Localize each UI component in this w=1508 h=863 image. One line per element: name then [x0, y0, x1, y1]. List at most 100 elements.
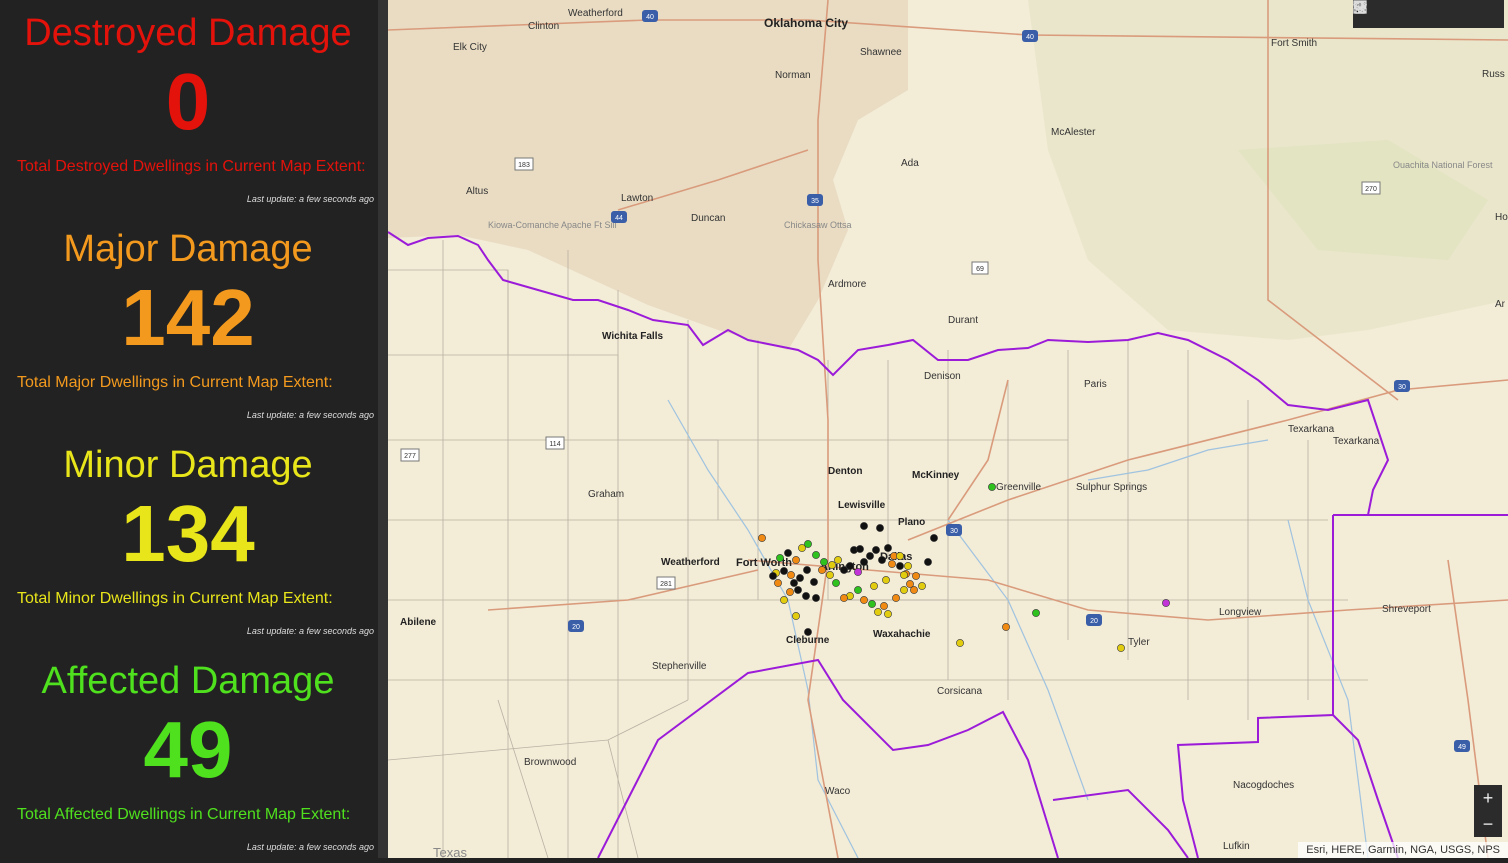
damage-point-other[interactable]: [802, 592, 810, 600]
damage-point-major[interactable]: [792, 556, 800, 564]
damage-point-major[interactable]: [860, 596, 868, 604]
damage-point-affected[interactable]: [1032, 609, 1040, 617]
damage-point-minor[interactable]: [834, 556, 842, 564]
damage-point-affected[interactable]: [832, 579, 840, 587]
damage-point-other[interactable]: [794, 586, 802, 594]
damage-point-other[interactable]: [866, 552, 874, 560]
map-label: Chickasaw Ottsa: [784, 220, 852, 230]
damage-point-other[interactable]: [876, 524, 884, 532]
damage-point-other[interactable]: [769, 572, 777, 580]
damage-point-other[interactable]: [846, 562, 854, 570]
damage-point-other[interactable]: [790, 579, 798, 587]
damage-point-other[interactable]: [784, 549, 792, 557]
damage-point-affected[interactable]: [820, 558, 828, 566]
damage-point-other[interactable]: [860, 522, 868, 530]
damage-point-other[interactable]: [856, 545, 864, 553]
damage-point-affected[interactable]: [812, 551, 820, 559]
map-label: Weatherford: [661, 557, 720, 568]
map-label: Texarkana: [1288, 424, 1335, 435]
card-caption: Total Destroyed Dwellings in Current Map…: [17, 158, 366, 175]
map-label: Abilene: [400, 617, 437, 628]
map-label: Nacogdoches: [1233, 780, 1294, 791]
damage-point-minor[interactable]: [884, 610, 892, 618]
damage-point-major[interactable]: [912, 572, 920, 580]
map-label: Brownwood: [524, 757, 576, 768]
damage-point-other[interactable]: [930, 534, 938, 542]
map-label: Plano: [898, 517, 925, 528]
damage-point-minor[interactable]: [1117, 644, 1125, 652]
list-icon[interactable]: [1354, 0, 1443, 28]
damage-point-other[interactable]: [878, 556, 886, 564]
damage-point-other[interactable]: [803, 566, 811, 574]
damage-point-major[interactable]: [758, 534, 766, 542]
damage-point-major[interactable]: [880, 602, 888, 610]
damage-point-major[interactable]: [818, 566, 826, 574]
map-label: Graham: [588, 489, 624, 500]
damage-point-major[interactable]: [910, 586, 918, 594]
damage-point-minor[interactable]: [870, 582, 878, 590]
damage-point-affected[interactable]: [776, 554, 784, 562]
damage-point-other[interactable]: [884, 544, 892, 552]
zoom-out-button[interactable]: −: [1474, 811, 1502, 837]
damage-point-major[interactable]: [888, 560, 896, 568]
damage-point-other[interactable]: [924, 558, 932, 566]
damage-point-major[interactable]: [774, 579, 782, 587]
damage-point-other[interactable]: [860, 558, 868, 566]
damage-point-minor[interactable]: [896, 552, 904, 560]
damage-point-major[interactable]: [892, 594, 900, 602]
damage-point-minor[interactable]: [874, 608, 882, 616]
damage-point-other[interactable]: [780, 567, 788, 575]
damage-point-minor[interactable]: [900, 571, 908, 579]
map-label: Denton: [828, 466, 862, 477]
damage-point-minor[interactable]: [792, 612, 800, 620]
damage-point-other[interactable]: [804, 628, 812, 636]
damage-point-minor[interactable]: [918, 582, 926, 590]
damage-point-minor[interactable]: [904, 562, 912, 570]
damage-point-affected[interactable]: [804, 540, 812, 548]
damage-point-other[interactable]: [872, 546, 880, 554]
damage-point-major[interactable]: [786, 588, 794, 596]
map-label: Durant: [948, 315, 978, 326]
map-label: Ada: [901, 158, 919, 169]
home-icon[interactable]: [1353, 0, 1413, 28]
damage-point-affected[interactable]: [854, 586, 862, 594]
damage-point-other[interactable]: [796, 574, 804, 582]
card-title: Major Damage: [63, 228, 313, 270]
damage-point-other[interactable]: [810, 578, 818, 586]
card-title: Minor Damage: [63, 444, 313, 486]
damage-point-major[interactable]: [1002, 623, 1010, 631]
map-label: Wichita Falls: [602, 331, 663, 342]
major-damage-card: Major Damage 142 Total Major Dwellings i…: [0, 216, 380, 431]
map-label: McKinney: [912, 470, 960, 481]
map-attribution[interactable]: Esri, HERE, Garmin, NGA, USGS, NPS: [1298, 842, 1508, 858]
damage-point-other[interactable]: [896, 562, 904, 570]
map-label: Ar: [1495, 299, 1506, 310]
damage-point-special[interactable]: [854, 568, 862, 576]
basemap-gallery-icon[interactable]: [1353, 0, 1503, 28]
damage-point-major[interactable]: [787, 571, 795, 579]
map-label: Stephenville: [652, 661, 707, 672]
panel-divider[interactable]: [378, 0, 388, 858]
layers-icon[interactable]: [1353, 0, 1473, 28]
damage-point-affected[interactable]: [988, 483, 996, 491]
shield-label: 40: [1026, 34, 1034, 41]
last-update: Last update: a few seconds ago: [246, 410, 374, 420]
map-label: Denison: [924, 371, 961, 382]
damage-point-minor[interactable]: [956, 639, 964, 647]
shield-label: 30: [950, 528, 958, 535]
damage-point-other[interactable]: [812, 594, 820, 602]
damage-point-minor[interactable]: [780, 596, 788, 604]
zoom-in-button[interactable]: +: [1474, 785, 1502, 811]
damage-point-minor[interactable]: [882, 576, 890, 584]
damage-point-minor[interactable]: [828, 561, 836, 569]
damage-point-minor[interactable]: [900, 586, 908, 594]
map-view[interactable]: Weatherford Clinton Oklahoma City Elk Ci…: [388, 0, 1508, 858]
map-label: Oklahoma City: [764, 16, 848, 30]
damage-point-affected[interactable]: [868, 600, 876, 608]
card-title: Destroyed Damage: [24, 12, 352, 54]
damage-point-major[interactable]: [840, 594, 848, 602]
map-toolbar: [1353, 0, 1504, 28]
damage-point-minor[interactable]: [826, 571, 834, 579]
shield-label: 49: [1458, 744, 1466, 751]
damage-point-special[interactable]: [1162, 599, 1170, 607]
